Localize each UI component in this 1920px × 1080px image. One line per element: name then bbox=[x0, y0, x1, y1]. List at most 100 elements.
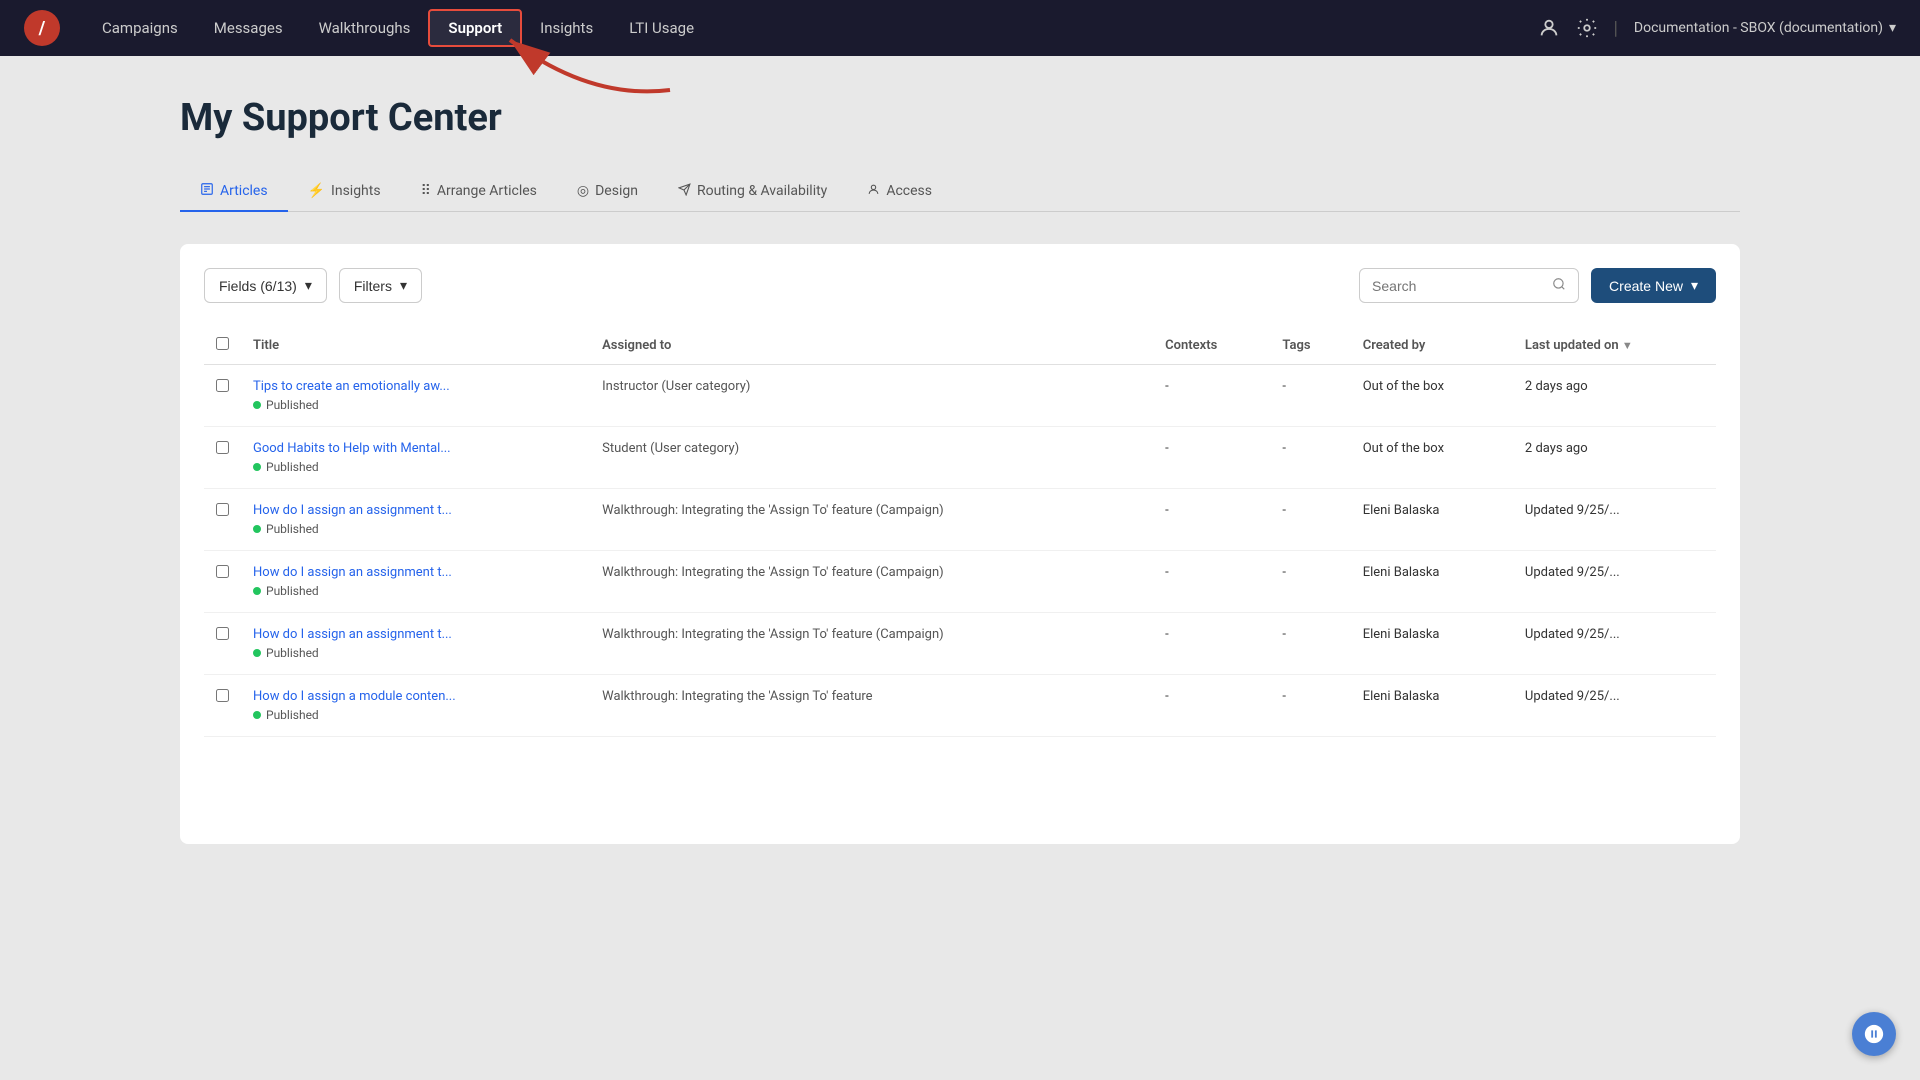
cell-title-4: How do I assign an assignment t... Publi… bbox=[241, 613, 590, 675]
cell-assigned-1: Student (User category) bbox=[590, 427, 1153, 489]
sort-icon: ▼ bbox=[1622, 339, 1633, 352]
tab-routing[interactable]: Routing & Availability bbox=[658, 173, 847, 212]
tab-design-label: Design bbox=[595, 183, 638, 199]
cell-updated-5: Updated 9/25/... bbox=[1513, 675, 1716, 737]
select-all-checkbox[interactable] bbox=[216, 337, 229, 350]
articles-icon bbox=[200, 182, 214, 200]
cell-tags-1: - bbox=[1270, 427, 1350, 489]
cell-contexts-1: - bbox=[1153, 427, 1270, 489]
tab-articles-label: Articles bbox=[220, 183, 268, 199]
cell-contexts-0: - bbox=[1153, 365, 1270, 427]
cell-tags-2: - bbox=[1270, 489, 1350, 551]
table-container: Fields (6/13) ▾ Filters ▾ Create New ▾ bbox=[180, 244, 1740, 844]
nav-walkthroughs[interactable]: Walkthroughs bbox=[301, 0, 429, 56]
tab-insights-label: Insights bbox=[331, 183, 381, 199]
status-dot-1 bbox=[253, 463, 261, 471]
table-row: Tips to create an emotionally aw... Publ… bbox=[204, 365, 1716, 427]
settings-icon-button[interactable] bbox=[1576, 17, 1598, 39]
tab-arrange-label: Arrange Articles bbox=[437, 183, 537, 199]
cell-contexts-3: - bbox=[1153, 551, 1270, 613]
tab-access[interactable]: Access bbox=[847, 173, 952, 212]
status-text-0: Published bbox=[266, 398, 319, 412]
cell-updated-0: 2 days ago bbox=[1513, 365, 1716, 427]
nav-messages[interactable]: Messages bbox=[196, 0, 301, 56]
tab-arrange-articles[interactable]: ⠿ Arrange Articles bbox=[401, 173, 557, 211]
chat-widget[interactable] bbox=[1852, 1012, 1896, 1056]
article-link-2[interactable]: How do I assign an assignment t... bbox=[253, 503, 578, 518]
fields-dropdown[interactable]: Fields (6/13) ▾ bbox=[204, 268, 327, 303]
article-link-5[interactable]: How do I assign a module conten... bbox=[253, 689, 578, 704]
row-checkbox-4[interactable] bbox=[216, 627, 229, 640]
table-row: Good Habits to Help with Mental... Publi… bbox=[204, 427, 1716, 489]
cell-assigned-5: Walkthrough: Integrating the 'Assign To'… bbox=[590, 675, 1153, 737]
row-checkbox-0[interactable] bbox=[216, 379, 229, 392]
row-checkbox-2[interactable] bbox=[216, 503, 229, 516]
access-icon bbox=[867, 183, 880, 200]
cell-tags-4: - bbox=[1270, 613, 1350, 675]
cell-assigned-2: Walkthrough: Integrating the 'Assign To'… bbox=[590, 489, 1153, 551]
row-checkbox-5[interactable] bbox=[216, 689, 229, 702]
search-box[interactable] bbox=[1359, 268, 1579, 303]
status-dot-0 bbox=[253, 401, 261, 409]
table-row: How do I assign an assignment t... Publi… bbox=[204, 613, 1716, 675]
nav-links: Campaigns Messages Walkthroughs Support … bbox=[84, 0, 1538, 56]
cell-title-1: Good Habits to Help with Mental... Publi… bbox=[241, 427, 590, 489]
arrange-icon: ⠿ bbox=[421, 183, 431, 199]
nav-support[interactable]: Support bbox=[428, 9, 522, 47]
page-title: My Support Center bbox=[180, 96, 1740, 140]
user-icon-button[interactable] bbox=[1538, 17, 1560, 39]
status-text-2: Published bbox=[266, 522, 319, 536]
cell-title-3: How do I assign an assignment t... Publi… bbox=[241, 551, 590, 613]
status-text-1: Published bbox=[266, 460, 319, 474]
table-row: How do I assign an assignment t... Publi… bbox=[204, 551, 1716, 613]
tab-routing-label: Routing & Availability bbox=[697, 183, 827, 199]
create-new-chevron-icon: ▾ bbox=[1691, 277, 1698, 294]
svg-text:/: / bbox=[38, 18, 46, 39]
tab-design[interactable]: ◎ Design bbox=[557, 173, 658, 211]
workspace-selector[interactable]: Documentation - SBOX (documentation) ▾ bbox=[1634, 20, 1896, 36]
nav-divider: | bbox=[1614, 18, 1618, 39]
cell-contexts-4: - bbox=[1153, 613, 1270, 675]
chevron-down-icon: ▾ bbox=[1889, 20, 1896, 36]
search-input[interactable] bbox=[1372, 278, 1544, 294]
main-content: My Support Center Articles ⚡ Insights ⠿ … bbox=[0, 56, 1920, 1080]
row-checkbox-3[interactable] bbox=[216, 565, 229, 578]
search-icon bbox=[1552, 276, 1566, 295]
table-header-row: Title Assigned to Contexts Tags Created … bbox=[204, 327, 1716, 365]
tab-articles[interactable]: Articles bbox=[180, 172, 288, 212]
cell-created-4: Eleni Balaska bbox=[1351, 613, 1513, 675]
nav-lti-usage[interactable]: LTI Usage bbox=[611, 0, 712, 56]
sub-tabs: Articles ⚡ Insights ⠿ Arrange Articles ◎… bbox=[180, 172, 1740, 212]
workspace-label: Documentation - SBOX (documentation) bbox=[1634, 20, 1883, 36]
cell-updated-4: Updated 9/25/... bbox=[1513, 613, 1716, 675]
design-icon: ◎ bbox=[577, 183, 589, 199]
article-link-3[interactable]: How do I assign an assignment t... bbox=[253, 565, 578, 580]
cell-title-5: How do I assign a module conten... Publi… bbox=[241, 675, 590, 737]
nav-campaigns[interactable]: Campaigns bbox=[84, 0, 196, 56]
fields-chevron-icon: ▾ bbox=[305, 277, 312, 294]
th-assigned-to: Assigned to bbox=[590, 327, 1153, 365]
table-row: How do I assign an assignment t... Publi… bbox=[204, 489, 1716, 551]
article-link-4[interactable]: How do I assign an assignment t... bbox=[253, 627, 578, 642]
status-text-5: Published bbox=[266, 708, 319, 722]
tab-insights[interactable]: ⚡ Insights bbox=[288, 173, 401, 211]
status-dot-5 bbox=[253, 711, 261, 719]
filters-dropdown[interactable]: Filters ▾ bbox=[339, 268, 422, 303]
cell-created-3: Eleni Balaska bbox=[1351, 551, 1513, 613]
article-link-1[interactable]: Good Habits to Help with Mental... bbox=[253, 441, 578, 456]
create-new-button[interactable]: Create New ▾ bbox=[1591, 268, 1716, 303]
th-select-all bbox=[204, 327, 241, 365]
status-dot-3 bbox=[253, 587, 261, 595]
cell-created-2: Eleni Balaska bbox=[1351, 489, 1513, 551]
article-link-0[interactable]: Tips to create an emotionally aw... bbox=[253, 379, 578, 394]
logo[interactable]: / bbox=[24, 10, 60, 46]
routing-icon bbox=[678, 183, 691, 200]
cell-updated-1: 2 days ago bbox=[1513, 427, 1716, 489]
th-last-updated[interactable]: Last updated on ▼ bbox=[1513, 327, 1716, 365]
status-text-3: Published bbox=[266, 584, 319, 598]
status-dot-4 bbox=[253, 649, 261, 657]
create-new-label: Create New bbox=[1609, 278, 1683, 294]
row-checkbox-1[interactable] bbox=[216, 441, 229, 454]
nav-insights[interactable]: Insights bbox=[522, 0, 611, 56]
fields-label: Fields (6/13) bbox=[219, 278, 297, 294]
